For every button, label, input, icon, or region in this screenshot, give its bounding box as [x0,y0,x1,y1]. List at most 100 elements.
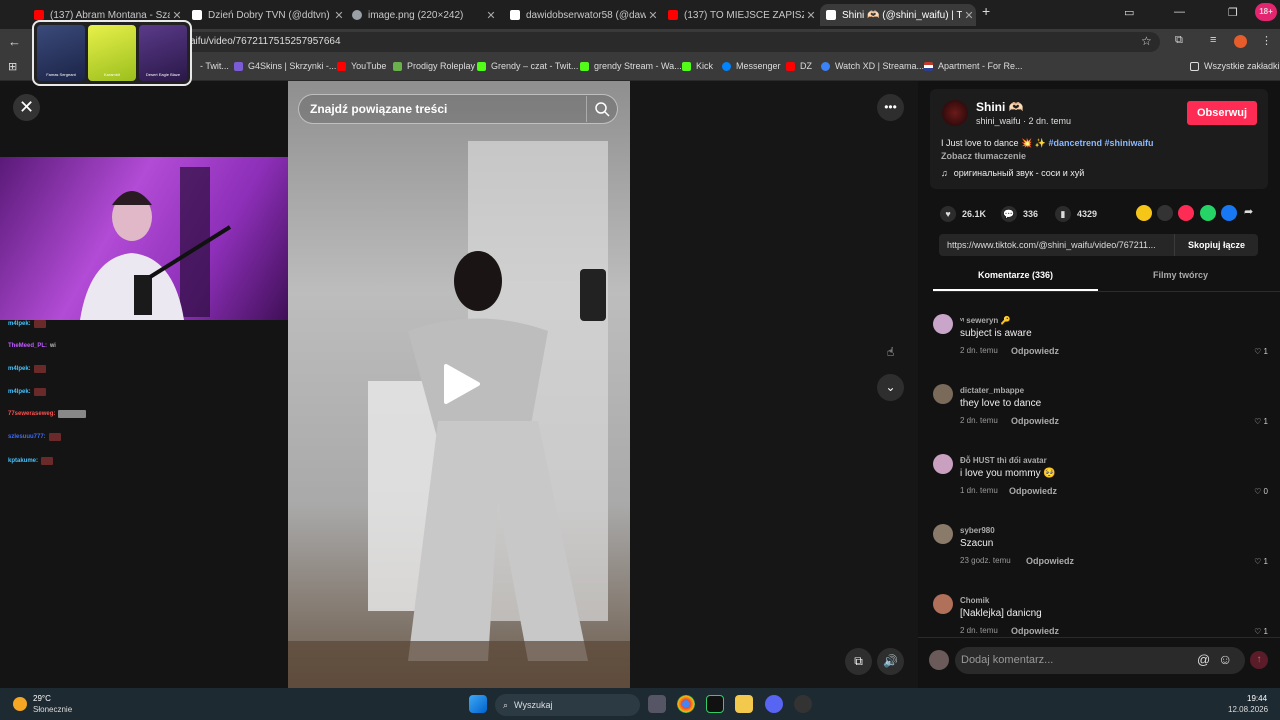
extensions-icon[interactable]: ⧉ [1175,34,1183,47]
send-icon[interactable] [1178,205,1194,221]
profile-icon[interactable] [1234,35,1247,48]
tiktok-icon [826,10,836,20]
search-icon: ⌕ [503,700,509,710]
all-bookmarks[interactable]: Wszystkie zakładki [1190,61,1280,71]
related-search-input[interactable]: Znajdź powiązane treści [298,94,618,124]
browser-tab[interactable]: (137) TO MIEJSCE ZAPISZE SIĘ W✕ [662,4,818,26]
reply-button[interactable]: Odpowiedz [1009,486,1057,496]
close-tab-icon[interactable]: ✕ [332,9,346,22]
bookmark-item[interactable]: Apartment - For Re... [924,61,1023,71]
avatar[interactable] [933,524,953,544]
next-video-icon[interactable]: ⌄ [877,374,904,401]
tab-comments[interactable]: Komentarze (336) [933,270,1098,280]
volume-icon[interactable]: 🔊 [877,648,904,675]
play-icon[interactable] [442,364,482,404]
file-explorer-icon[interactable] [735,695,753,713]
comment-like-button[interactable]: ♡ 0 [1254,487,1268,496]
app-icon[interactable] [706,695,724,713]
task-view-icon[interactable] [648,695,666,713]
author-name[interactable]: Shini 🫶🏻 [976,100,1024,114]
reply-button[interactable]: Odpowiedz [1011,346,1059,356]
mention-icon[interactable]: @ [1197,652,1210,667]
bookmark-item[interactable]: Kick [682,61,713,71]
like-button[interactable]: ♥ 26.1K [940,206,986,222]
embed-icon[interactable] [1157,205,1173,221]
save-button[interactable]: ▮ 4329 [1055,206,1097,222]
taskbar-search[interactable]: ⌕ Wyszukaj [495,694,640,716]
browser-tab-active[interactable]: Shini 🫶🏻 (@shini_waifu) | TikTok✕ [820,4,976,26]
close-tab-icon[interactable]: ✕ [962,9,976,22]
facebook-icon[interactable] [1221,205,1237,221]
reply-button[interactable]: Odpowiedz [1011,626,1059,636]
avatar-badge-icon[interactable]: 18+ [1255,3,1277,21]
back-icon[interactable]: ← [8,34,21,49]
skin-preview-overlay: Famas Sergeant Karambit Desert Eagle Bla… [32,20,192,86]
follow-button[interactable]: Obserwuj [1187,101,1257,125]
apps-icon[interactable]: ⊞ [8,60,17,73]
comment-like-button[interactable]: ♡ 1 [1254,557,1268,566]
bookmark-item[interactable]: Grendy – czat - Twit... [477,61,578,71]
tab-creator-videos[interactable]: Filmy twórcy [1098,270,1263,280]
comment-like-button[interactable]: ♡ 1 [1254,347,1268,356]
comment-count-button[interactable]: 💬 336 [1001,206,1038,222]
comment-like-button[interactable]: ♡ 1 [1254,627,1268,636]
close-tab-icon[interactable]: ✕ [804,9,818,22]
avatar[interactable] [933,384,953,404]
more-options-icon[interactable]: ••• [877,94,904,121]
app-icon[interactable] [794,695,812,713]
clock-time[interactable]: 19:44 [1247,694,1267,703]
discord-icon[interactable] [765,695,783,713]
close-tab-icon[interactable]: ✕ [646,9,660,22]
bookmark-item[interactable]: grendy Stream - Wa... [580,61,682,71]
whatsapp-icon[interactable] [1200,205,1216,221]
reply-button[interactable]: Odpowiedz [1011,416,1059,426]
menu-icon[interactable]: ⋮ [1261,34,1272,47]
copy-link-button[interactable]: Skopiuj łącze [1174,234,1258,256]
bookmark-item[interactable]: Watch XD | Streama... [821,61,924,71]
close-video-button[interactable]: ✕ [13,94,40,121]
browser-tab[interactable]: image.png (220×242) ✕ [346,4,498,26]
translate-link[interactable]: Zobacz tłumaczenie [941,151,1026,161]
author-avatar[interactable] [942,100,968,126]
emoji-icon[interactable]: ☺ [1218,651,1232,667]
weather-temp[interactable]: 29°C [33,694,51,703]
g4skins-icon [234,61,243,71]
chrome-icon[interactable] [677,695,695,713]
floating-player-icon[interactable]: ⧉ [845,648,872,675]
clock-date[interactable]: 12.08.2026 [1228,705,1268,714]
tiktok-icon [510,10,520,20]
reply-button[interactable]: Odpowiedz [1026,556,1074,566]
prodigy-icon [393,61,402,71]
emote-icon [33,365,46,373]
comment-like-button[interactable]: ♡ 1 [1254,417,1268,426]
close-tab-icon[interactable]: ✕ [484,9,498,22]
folder-icon [1190,61,1199,71]
post-comment-icon[interactable]: ↑ [1250,651,1268,669]
avatar[interactable] [933,594,953,614]
browser-tab[interactable]: Dzień Dobry TVN (@ddtvn) | Tik✕ [186,4,346,26]
url-input[interactable]: aifu/video/7672117515257957664 [160,32,1160,52]
media-icon[interactable]: ≡ [1210,34,1216,46]
bookmark-item[interactable]: G4Skins | Skrzynki -... [234,61,336,71]
bookmark-item[interactable]: - Twit... [200,61,229,71]
browser-tab[interactable]: dawidobserwator58 (@dawido✕ [504,4,660,26]
bookmark-item[interactable]: Prodigy Roleplay [393,61,475,71]
search-icon[interactable] [586,96,616,122]
weather-desc[interactable]: Słonecznie [33,705,72,714]
repost-icon[interactable] [1136,205,1152,221]
minimize-icon[interactable]: — [1174,6,1185,18]
profile-switch-icon[interactable]: ▭ [1124,6,1134,19]
author-handle[interactable]: shini_waifu · 2 dn. temu [976,116,1071,126]
avatar[interactable] [933,454,953,474]
avatar[interactable] [933,314,953,334]
new-tab-button[interactable]: + [982,3,990,19]
bookmark-item[interactable]: DZ [786,61,812,71]
windows-start-icon[interactable] [469,695,487,713]
bookmark-item[interactable]: YouTube [337,61,386,71]
restore-icon[interactable]: ❐ [1228,6,1238,19]
star-icon[interactable]: ☆ [1141,34,1152,48]
share-arrow-icon[interactable]: ➦ [1244,205,1253,218]
hashtags-link[interactable]: #dancetrend #shiniwaifu [1048,138,1153,148]
sound-link[interactable]: ♫ оригинальный звук - соси и хуй [941,168,1084,178]
bookmark-item[interactable]: Messenger [722,61,781,71]
